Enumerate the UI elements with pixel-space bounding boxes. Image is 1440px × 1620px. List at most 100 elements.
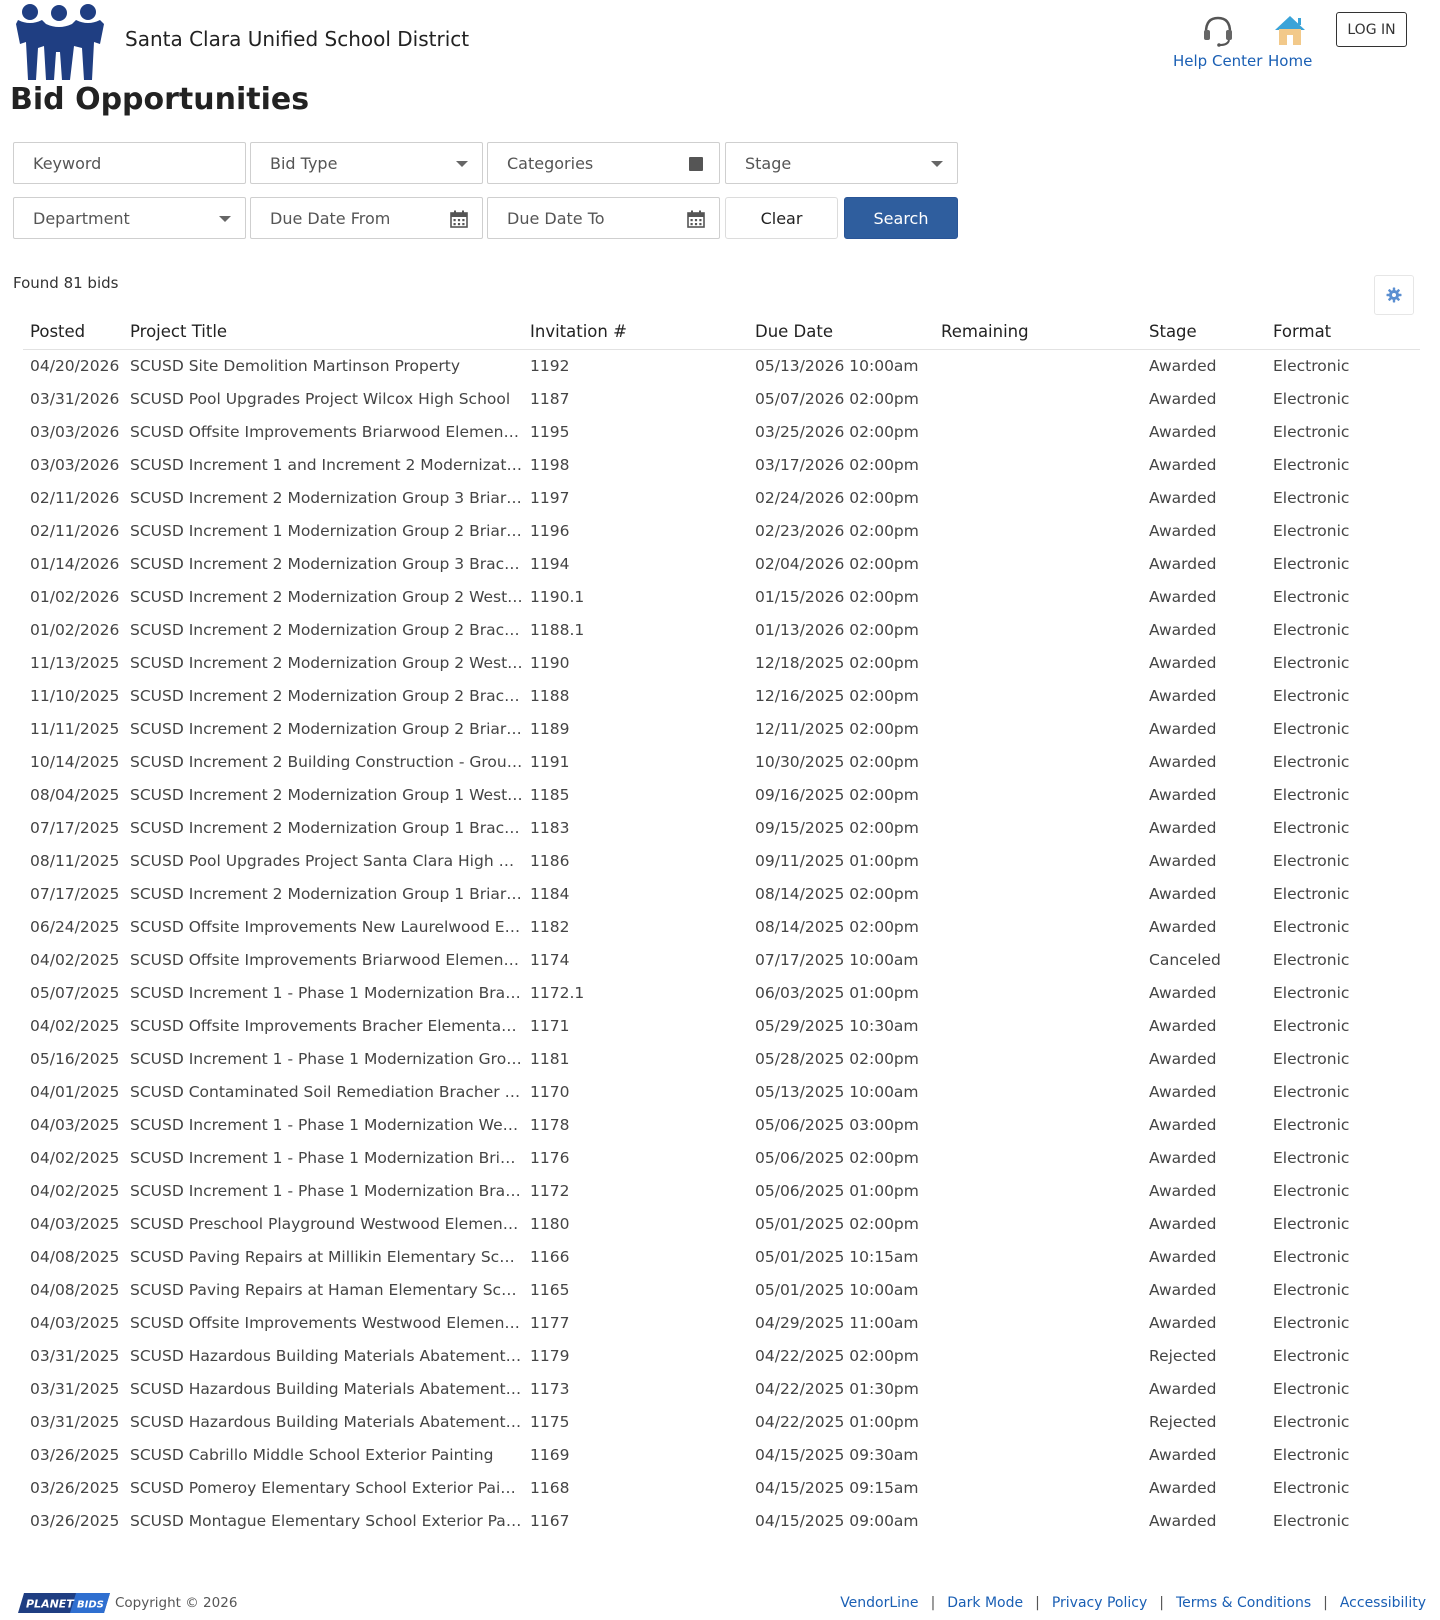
- project-title-cell[interactable]: SCUSD Increment 1 and Increment 2 Modern…: [123, 448, 523, 481]
- table-row[interactable]: 04/02/2025 SCUSD Offsite Improvements Bri…: [23, 943, 1420, 976]
- table-row[interactable]: 04/03/2025 SCUSD Offsite Improvements Wes…: [23, 1306, 1420, 1339]
- project-title-cell[interactable]: SCUSD Pomeroy Elementary School Exterior…: [123, 1471, 523, 1504]
- project-title-cell[interactable]: SCUSD Increment 2 Modernization Group 3 …: [123, 547, 523, 580]
- stage-select[interactable]: Stage: [725, 142, 958, 184]
- project-title-cell[interactable]: SCUSD Offsite Improvements Bracher Eleme…: [123, 1009, 523, 1042]
- project-title-cell[interactable]: SCUSD Site Demolition Martinson Property: [123, 349, 523, 382]
- project-title-cell[interactable]: SCUSD Increment 2 Modernization Group 3 …: [123, 481, 523, 514]
- column-header-posted[interactable]: Posted: [23, 315, 123, 350]
- project-title-cell[interactable]: SCUSD Offsite Improvements Briarwood Ele…: [123, 943, 523, 976]
- table-row[interactable]: 03/31/2025 SCUSD Hazardous Building Mater…: [23, 1405, 1420, 1438]
- table-row[interactable]: 05/07/2025 SCUSD Increment 1 - Phase 1 Mo…: [23, 976, 1420, 1009]
- table-row[interactable]: 03/31/2025 SCUSD Hazardous Building Mater…: [23, 1339, 1420, 1372]
- table-row[interactable]: 03/26/2025 SCUSD Cabrillo Middle School E…: [23, 1438, 1420, 1471]
- project-title-cell[interactable]: SCUSD Increment 2 Modernization Group 2 …: [123, 613, 523, 646]
- keyword-field[interactable]: [13, 142, 246, 184]
- column-header-remaining[interactable]: Remaining: [934, 315, 1142, 350]
- table-row[interactable]: 03/03/2026 SCUSD Offsite Improvements Bri…: [23, 415, 1420, 448]
- project-title-cell[interactable]: SCUSD Increment 1 - Phase 1 Modernizatio…: [123, 1174, 523, 1207]
- bid-type-select[interactable]: Bid Type: [250, 142, 483, 184]
- project-title-cell[interactable]: SCUSD Preschool Playground Westwood Elem…: [123, 1207, 523, 1240]
- project-title-cell[interactable]: SCUSD Pool Upgrades Project Wilcox High …: [123, 382, 523, 415]
- project-title-cell[interactable]: SCUSD Offsite Improvements Briarwood Ele…: [123, 415, 523, 448]
- table-settings-button[interactable]: [1374, 275, 1414, 315]
- table-row[interactable]: 04/02/2025 SCUSD Increment 1 - Phase 1 Mo…: [23, 1174, 1420, 1207]
- project-title-cell[interactable]: SCUSD Increment 1 - Phase 1 Modernizatio…: [123, 976, 523, 1009]
- footer-link-dark-mode[interactable]: Dark Mode: [947, 1595, 1023, 1611]
- project-title-cell[interactable]: SCUSD Increment 2 Modernization Group 1 …: [123, 811, 523, 844]
- project-title-cell[interactable]: SCUSD Contaminated Soil Remediation Brac…: [123, 1075, 523, 1108]
- district-logo[interactable]: [16, 2, 106, 80]
- search-button[interactable]: Search: [844, 197, 958, 239]
- project-title-cell[interactable]: SCUSD Increment 2 Modernization Group 2 …: [123, 646, 523, 679]
- table-row[interactable]: 11/13/2025 SCUSD Increment 2 Modernizatio…: [23, 646, 1420, 679]
- table-row[interactable]: 06/24/2025 SCUSD Offsite Improvements New…: [23, 910, 1420, 943]
- categories-select[interactable]: Categories: [487, 142, 720, 184]
- table-row[interactable]: 07/17/2025 SCUSD Increment 2 Modernizatio…: [23, 877, 1420, 910]
- project-title-cell[interactable]: SCUSD Increment 1 - Phase 1 Modernizatio…: [123, 1108, 523, 1141]
- table-row[interactable]: 03/03/2026 SCUSD Increment 1 and Incremen…: [23, 448, 1420, 481]
- project-title-cell[interactable]: SCUSD Paving Repairs at Haman Elementary…: [123, 1273, 523, 1306]
- login-button[interactable]: LOG IN: [1336, 12, 1407, 47]
- project-title-cell[interactable]: SCUSD Increment 1 - Phase 1 Modernizatio…: [123, 1042, 523, 1075]
- table-row[interactable]: 03/26/2025 SCUSD Montague Elementary Scho…: [23, 1504, 1420, 1537]
- footer-link-accessibility[interactable]: Accessibility: [1340, 1595, 1426, 1611]
- project-title-cell[interactable]: SCUSD Paving Repairs at Millikin Element…: [123, 1240, 523, 1273]
- table-row[interactable]: 05/16/2025 SCUSD Increment 1 - Phase 1 Mo…: [23, 1042, 1420, 1075]
- column-header-invitation[interactable]: Invitation #: [523, 315, 748, 350]
- project-title-cell[interactable]: SCUSD Increment 2 Modernization Group 2 …: [123, 580, 523, 613]
- table-row[interactable]: 02/11/2026 SCUSD Increment 2 Modernizatio…: [23, 481, 1420, 514]
- due-date-from-field[interactable]: Due Date From: [250, 197, 483, 239]
- table-row[interactable]: 11/11/2025 SCUSD Increment 2 Modernizatio…: [23, 712, 1420, 745]
- department-select[interactable]: Department: [13, 197, 246, 239]
- project-title-cell[interactable]: SCUSD Increment 1 Modernization Group 2 …: [123, 514, 523, 547]
- project-title-cell[interactable]: SCUSD Hazardous Building Materials Abate…: [123, 1405, 523, 1438]
- project-title-cell[interactable]: SCUSD Montague Elementary School Exterio…: [123, 1504, 523, 1537]
- table-row[interactable]: 04/02/2025 SCUSD Offsite Improvements Bra…: [23, 1009, 1420, 1042]
- clear-button[interactable]: Clear: [725, 197, 838, 239]
- footer-link-terms[interactable]: Terms & Conditions: [1176, 1595, 1311, 1611]
- project-title-cell[interactable]: SCUSD Increment 1 - Phase 1 Modernizatio…: [123, 1141, 523, 1174]
- project-title-cell[interactable]: SCUSD Hazardous Building Materials Abate…: [123, 1372, 523, 1405]
- project-title-cell[interactable]: SCUSD Cabrillo Middle School Exterior Pa…: [123, 1438, 523, 1471]
- help-center-link[interactable]: Help Center: [1173, 12, 1262, 70]
- project-title-cell[interactable]: SCUSD Hazardous Building Materials Abate…: [123, 1339, 523, 1372]
- table-row[interactable]: 04/03/2025 SCUSD Increment 1 - Phase 1 Mo…: [23, 1108, 1420, 1141]
- table-row[interactable]: 04/01/2025 SCUSD Contaminated Soil Remedi…: [23, 1075, 1420, 1108]
- table-row[interactable]: 04/02/2025 SCUSD Increment 1 - Phase 1 Mo…: [23, 1141, 1420, 1174]
- table-row[interactable]: 08/04/2025 SCUSD Increment 2 Modernizatio…: [23, 778, 1420, 811]
- calendar-icon[interactable]: [450, 210, 468, 228]
- project-title-cell[interactable]: SCUSD Increment 2 Building Construction …: [123, 745, 523, 778]
- keyword-input[interactable]: [33, 153, 245, 173]
- project-title-cell[interactable]: SCUSD Pool Upgrades Project Santa Clara …: [123, 844, 523, 877]
- table-row[interactable]: 02/11/2026 SCUSD Increment 1 Modernizatio…: [23, 514, 1420, 547]
- project-title-cell[interactable]: SCUSD Offsite Improvements New Laurelwoo…: [123, 910, 523, 943]
- table-row[interactable]: 04/08/2025 SCUSD Paving Repairs at Millik…: [23, 1240, 1420, 1273]
- table-row[interactable]: 04/20/2026 SCUSD Site Demolition Martinso…: [23, 349, 1420, 382]
- table-row[interactable]: 04/03/2025 SCUSD Preschool Playground Wes…: [23, 1207, 1420, 1240]
- footer-link-privacy-policy[interactable]: Privacy Policy: [1052, 1595, 1147, 1611]
- table-row[interactable]: 01/02/2026 SCUSD Increment 2 Modernizatio…: [23, 580, 1420, 613]
- project-title-cell[interactable]: SCUSD Offsite Improvements Westwood Elem…: [123, 1306, 523, 1339]
- planetbids-logo[interactable]: PLANET BIDS: [18, 1593, 110, 1613]
- table-row[interactable]: 03/31/2025 SCUSD Hazardous Building Mater…: [23, 1372, 1420, 1405]
- table-row[interactable]: 01/02/2026 SCUSD Increment 2 Modernizatio…: [23, 613, 1420, 646]
- table-row[interactable]: 07/17/2025 SCUSD Increment 2 Modernizatio…: [23, 811, 1420, 844]
- table-row[interactable]: 10/14/2025 SCUSD Increment 2 Building Con…: [23, 745, 1420, 778]
- footer-link-vendorline[interactable]: VendorLine: [840, 1595, 918, 1611]
- column-header-due-date[interactable]: Due Date: [748, 315, 934, 350]
- table-row[interactable]: 03/31/2026 SCUSD Pool Upgrades Project Wi…: [23, 382, 1420, 415]
- table-row[interactable]: 03/26/2025 SCUSD Pomeroy Elementary Schoo…: [23, 1471, 1420, 1504]
- table-row[interactable]: 04/08/2025 SCUSD Paving Repairs at Haman …: [23, 1273, 1420, 1306]
- column-header-stage[interactable]: Stage: [1142, 315, 1266, 350]
- column-header-format[interactable]: Format: [1266, 315, 1420, 350]
- project-title-cell[interactable]: SCUSD Increment 2 Modernization Group 1 …: [123, 877, 523, 910]
- project-title-cell[interactable]: SCUSD Increment 2 Modernization Group 2 …: [123, 679, 523, 712]
- due-date-to-field[interactable]: Due Date To: [487, 197, 720, 239]
- calendar-icon[interactable]: [687, 210, 705, 228]
- table-row[interactable]: 08/11/2025 SCUSD Pool Upgrades Project Sa…: [23, 844, 1420, 877]
- table-row[interactable]: 11/10/2025 SCUSD Increment 2 Modernizatio…: [23, 679, 1420, 712]
- project-title-cell[interactable]: SCUSD Increment 2 Modernization Group 2 …: [123, 712, 523, 745]
- project-title-cell[interactable]: SCUSD Increment 2 Modernization Group 1 …: [123, 778, 523, 811]
- column-header-project-title[interactable]: Project Title: [123, 315, 523, 350]
